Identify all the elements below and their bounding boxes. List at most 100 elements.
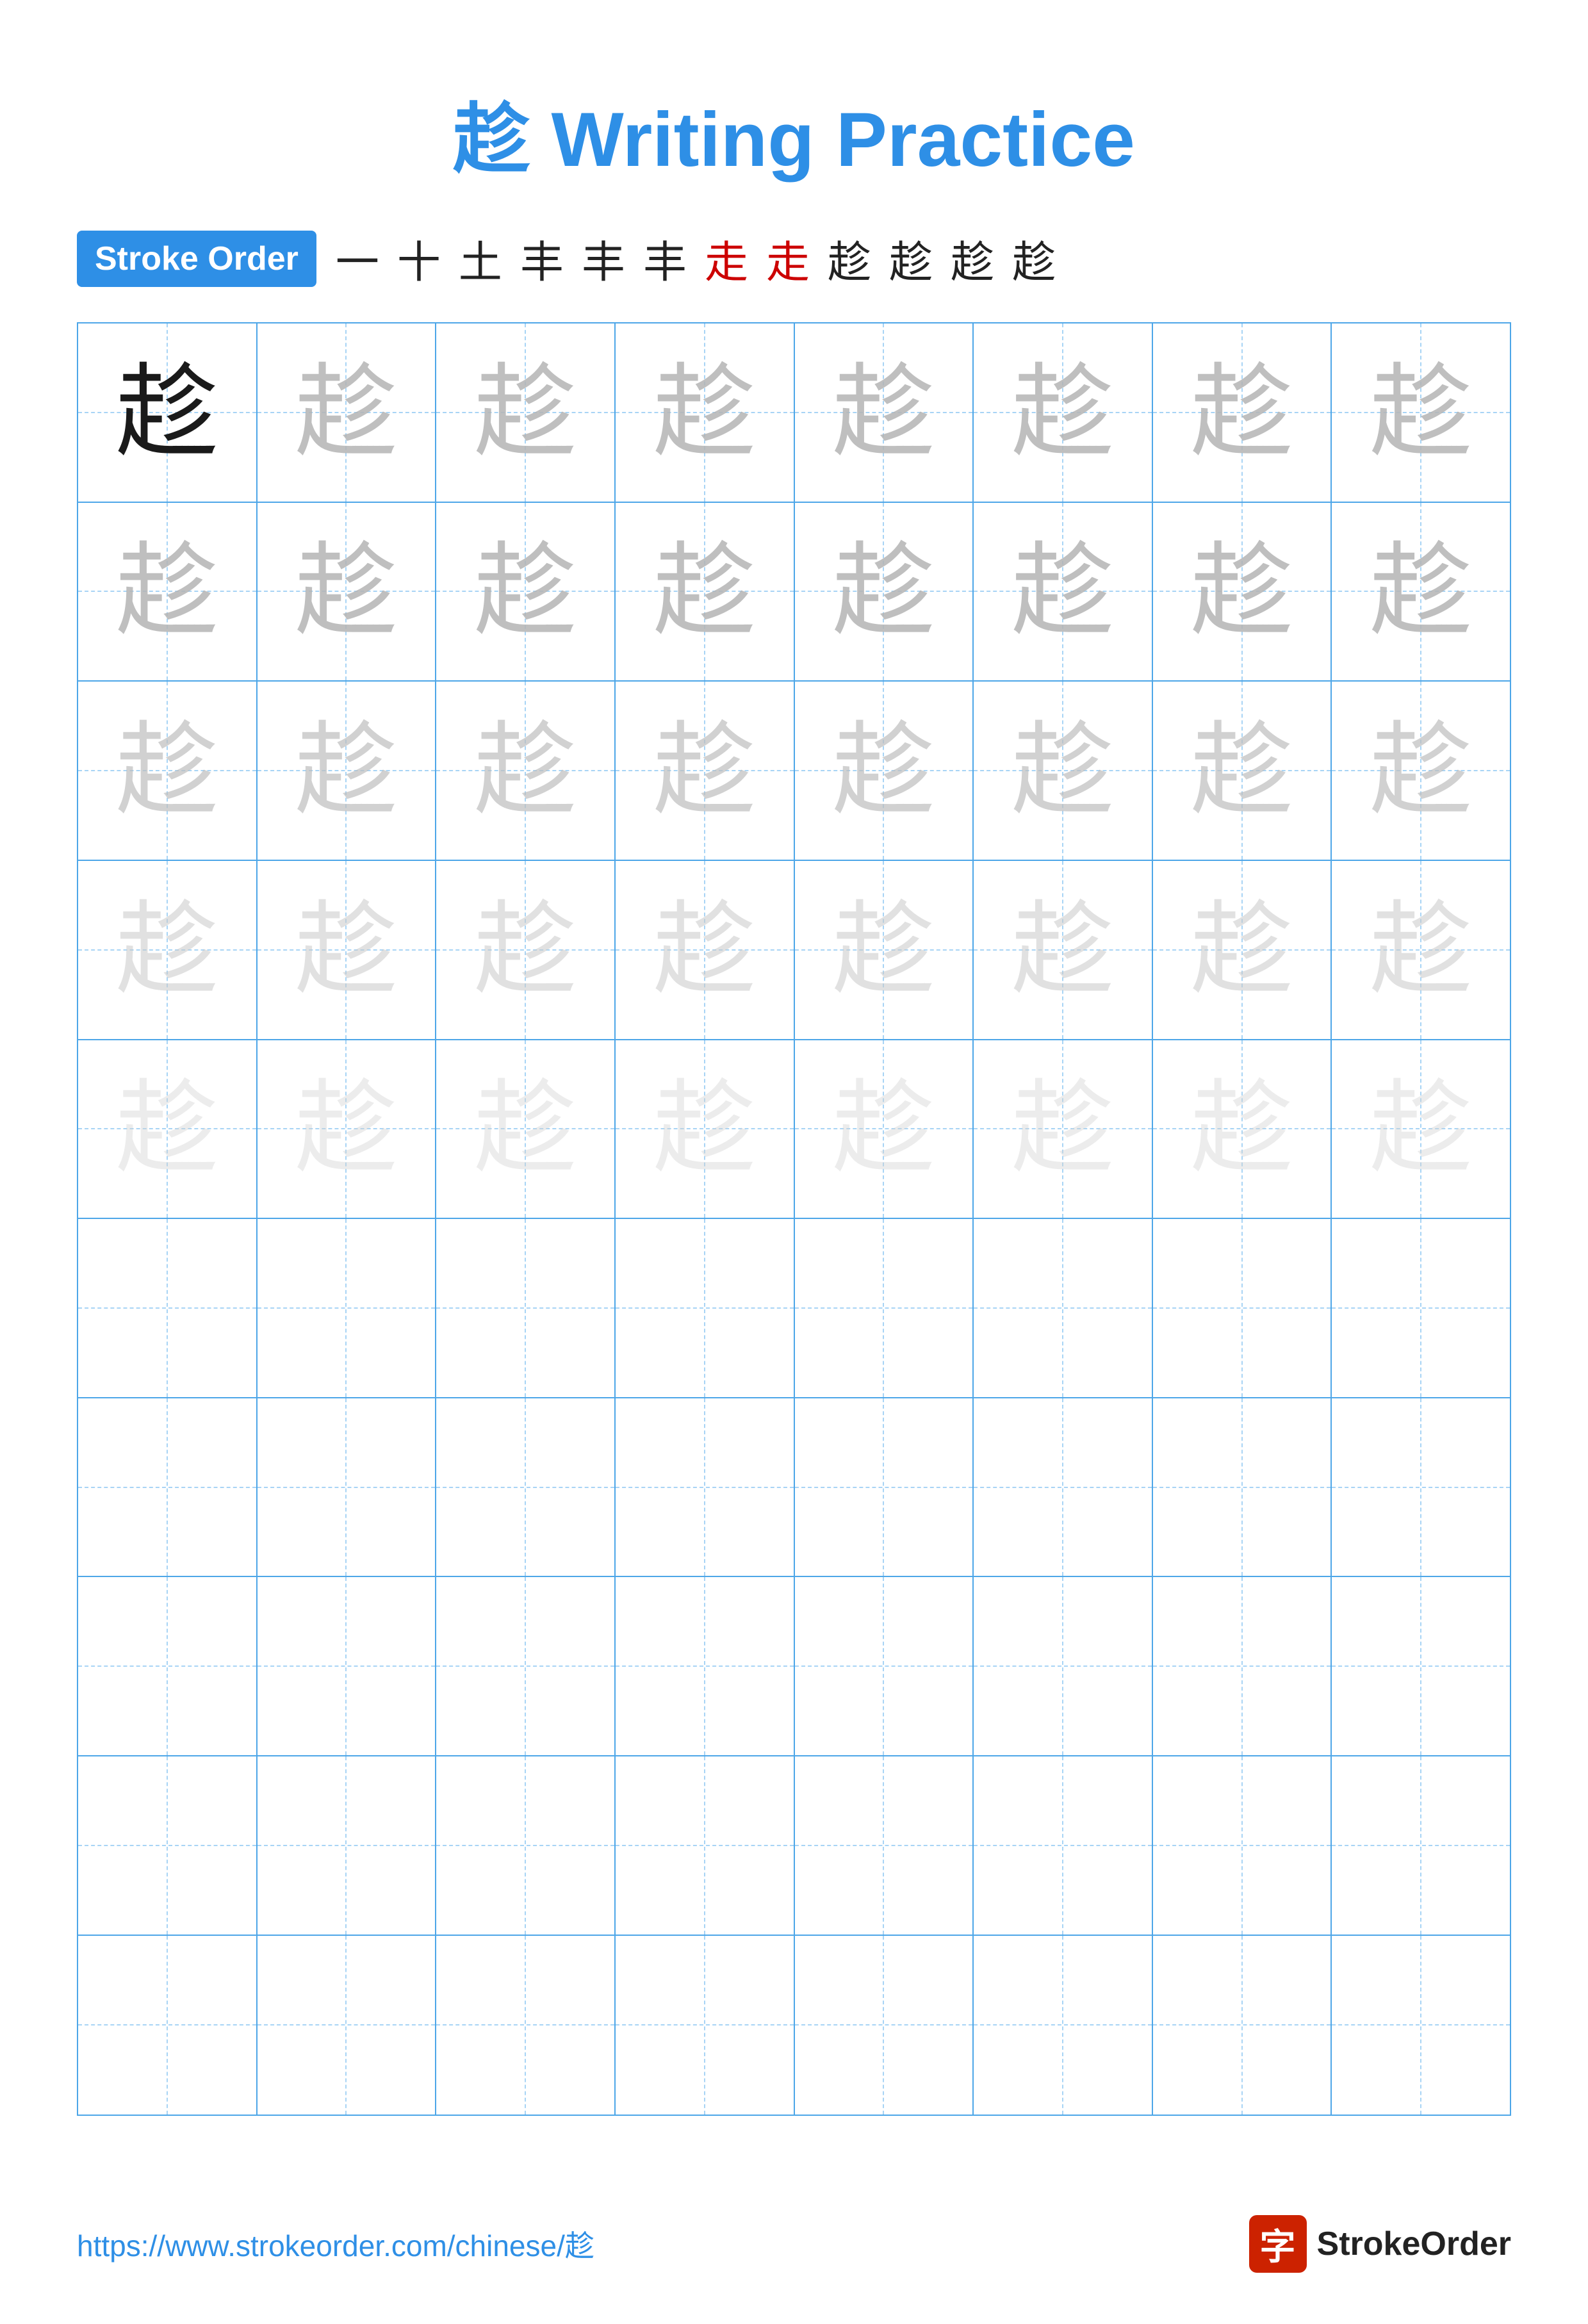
footer-url[interactable]: https://www.strokeorder.com/chinese/趁 [77,2223,594,2265]
page-title: 趁 Writing Practice [0,77,1588,188]
grid-cell[interactable] [616,1936,795,2115]
grid-cell[interactable]: 趁 [974,503,1153,682]
grid-cell[interactable]: 趁 [795,323,974,503]
grid-cell[interactable] [436,1936,616,2115]
grid-cell[interactable]: 趁 [78,682,258,861]
grid-cell[interactable]: 趁 [1153,323,1332,503]
grid-cell[interactable]: 趁 [974,682,1153,861]
grid-cell[interactable] [258,1936,437,2115]
title-text: 趁 Writing Practice [453,97,1135,183]
grid-cell[interactable] [436,1219,616,1398]
grid-cell[interactable] [1153,1936,1332,2115]
grid-cell[interactable] [78,1398,258,1578]
grid-cell[interactable]: 趁 [795,503,974,682]
grid-cell[interactable]: 趁 [436,1040,616,1220]
footer-logo: 字 StrokeOrder [1249,2215,1511,2273]
grid-cell[interactable]: 趁 [795,1040,974,1220]
grid-cell[interactable]: 趁 [974,1040,1153,1220]
grid-row: 趁 趁 趁 趁 趁 趁 趁 趁 [78,1040,1510,1220]
grid-cell[interactable]: 趁 [1332,1040,1510,1220]
footer-brand: StrokeOrder [1317,2225,1511,2263]
grid-cell[interactable] [1332,1577,1510,1756]
grid-cell[interactable]: 趁 [1153,861,1332,1040]
grid-cell[interactable]: 趁 [436,323,616,503]
grid-cell[interactable] [1332,1398,1510,1578]
grid-cell[interactable]: 趁 [78,1040,258,1220]
grid-row: 趁 趁 趁 趁 趁 趁 趁 趁 [78,503,1510,682]
grid-cell[interactable] [616,1398,795,1578]
grid-cell[interactable]: 趁 [436,861,616,1040]
grid-cell[interactable]: 趁 [78,323,258,503]
grid-row [78,1756,1510,1936]
grid-cell[interactable] [258,1756,437,1936]
grid-cell[interactable] [1332,1936,1510,2115]
grid-cell[interactable]: 趁 [616,682,795,861]
grid-cell[interactable] [436,1577,616,1756]
grid-cell[interactable] [258,1219,437,1398]
grid-cell[interactable] [258,1577,437,1756]
grid-cell[interactable]: 趁 [1332,503,1510,682]
grid-cell[interactable] [974,1756,1153,1936]
grid-cell[interactable]: 趁 [974,861,1153,1040]
grid-cell[interactable] [78,1577,258,1756]
grid-cell[interactable] [78,1219,258,1398]
grid-cell[interactable]: 趁 [795,682,974,861]
grid-cell[interactable]: 趁 [616,1040,795,1220]
grid-cell[interactable]: 趁 [78,861,258,1040]
grid-cell[interactable] [795,1936,974,2115]
grid-cell[interactable] [974,1577,1153,1756]
grid-cell[interactable] [436,1756,616,1936]
stroke-order-section: Stroke Order 一 十 土 丰 丰 丰 走 走 趁 趁 趁 趁 [77,227,1588,290]
grid-cell[interactable] [258,1398,437,1578]
grid-row [78,1577,1510,1756]
grid-cell[interactable] [1153,1219,1332,1398]
grid-cell[interactable] [974,1936,1153,2115]
grid-cell[interactable] [436,1398,616,1578]
grid-cell[interactable]: 趁 [1153,682,1332,861]
grid-cell[interactable] [616,1577,795,1756]
grid-cell[interactable]: 趁 [258,1040,437,1220]
grid-cell[interactable]: 趁 [258,682,437,861]
grid-cell[interactable] [795,1219,974,1398]
grid-cell[interactable] [78,1756,258,1936]
grid-cell[interactable]: 趁 [258,323,437,503]
grid-cell[interactable] [795,1398,974,1578]
grid-row [78,1398,1510,1578]
stroke-order-chars: 一 十 土 丰 丰 丰 走 走 趁 趁 趁 趁 [336,227,1067,290]
grid-row: 趁 趁 趁 趁 趁 趁 趁 趁 [78,323,1510,503]
grid-cell[interactable] [1153,1398,1332,1578]
grid-cell[interactable] [974,1219,1153,1398]
grid-cell[interactable]: 趁 [1153,503,1332,682]
grid-cell[interactable]: 趁 [974,323,1153,503]
grid-cell[interactable] [78,1936,258,2115]
grid-cell[interactable] [1153,1756,1332,1936]
grid-cell[interactable] [974,1398,1153,1578]
grid-cell[interactable]: 趁 [616,861,795,1040]
grid-row [78,1219,1510,1398]
grid-row: 趁 趁 趁 趁 趁 趁 趁 趁 [78,861,1510,1040]
footer: https://www.strokeorder.com/chinese/趁 字 … [0,2215,1588,2273]
grid-cell[interactable] [1332,1219,1510,1398]
strokeorder-logo-icon: 字 [1249,2215,1307,2273]
grid-cell[interactable]: 趁 [436,682,616,861]
grid-cell[interactable]: 趁 [1332,861,1510,1040]
grid-cell[interactable] [1332,1756,1510,1936]
grid-cell[interactable]: 趁 [1332,682,1510,861]
grid-cell[interactable]: 趁 [616,503,795,682]
grid-cell[interactable]: 趁 [795,861,974,1040]
grid-cell[interactable]: 趁 [258,503,437,682]
grid-cell[interactable] [1153,1577,1332,1756]
grid-row: 趁 趁 趁 趁 趁 趁 趁 趁 [78,682,1510,861]
grid-row [78,1936,1510,2115]
grid-cell[interactable]: 趁 [616,323,795,503]
grid-cell[interactable] [616,1219,795,1398]
grid-cell[interactable]: 趁 [436,503,616,682]
grid-cell[interactable]: 趁 [78,503,258,682]
grid-cell[interactable]: 趁 [258,861,437,1040]
grid-cell[interactable] [795,1756,974,1936]
grid-cell[interactable]: 趁 [1153,1040,1332,1220]
grid-cell[interactable]: 趁 [1332,323,1510,503]
grid-cell[interactable] [616,1756,795,1936]
stroke-order-badge: Stroke Order [77,231,316,287]
grid-cell[interactable] [795,1577,974,1756]
